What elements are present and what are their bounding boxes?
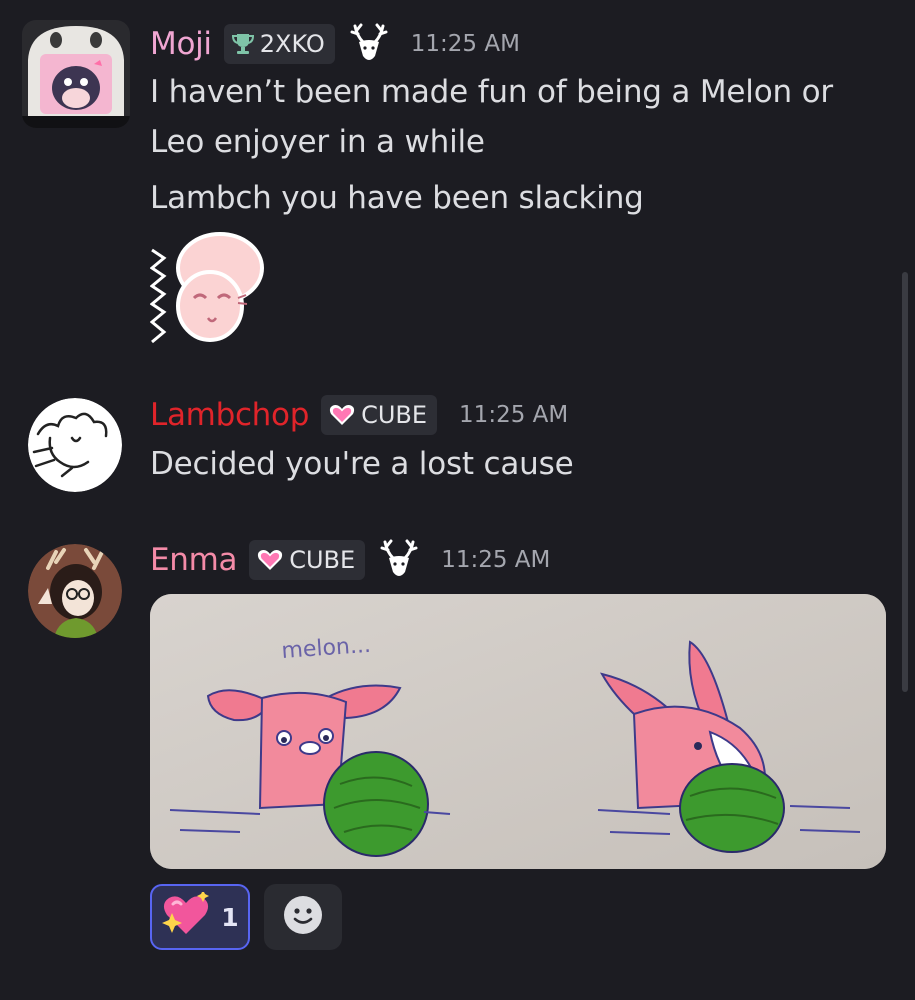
- server-tag-cube[interactable]: CUBE: [249, 540, 366, 580]
- deer-icon[interactable]: [349, 22, 389, 66]
- message-header-enma: Enma CUBE 11:25 AM: [150, 538, 550, 582]
- username-enma[interactable]: Enma: [150, 542, 238, 578]
- timestamp[interactable]: 11:25 AM: [459, 402, 568, 428]
- reaction-count: 1: [221, 902, 239, 932]
- sparkling-heart-icon: [161, 890, 211, 942]
- add-reaction-button[interactable]: [264, 884, 342, 950]
- pink-creature-sticker[interactable]: [149, 228, 266, 348]
- smiley-icon: [283, 895, 323, 939]
- trophy-icon: [231, 32, 254, 56]
- image-attachment[interactable]: melon...: [150, 594, 886, 869]
- server-tag-cube[interactable]: CUBE: [321, 395, 438, 435]
- chat-view: Moji 2XKO 11:25 AM I haven’t been made f…: [0, 0, 915, 1000]
- message-header-moji: Moji 2XKO 11:25 AM: [150, 22, 520, 66]
- scrollbar[interactable]: [902, 272, 908, 692]
- timestamp[interactable]: 11:25 AM: [441, 547, 550, 573]
- pink-heart-icon: [257, 549, 283, 571]
- message-text: Leo enjoyer in a while: [150, 124, 485, 160]
- timestamp[interactable]: 11:25 AM: [411, 31, 520, 57]
- username-lambchop[interactable]: Lambchop: [150, 397, 309, 433]
- username-moji[interactable]: Moji: [150, 26, 212, 62]
- reaction-sparkling-heart[interactable]: 1: [150, 884, 250, 950]
- avatar-lambchop[interactable]: [28, 398, 122, 492]
- tag-label: 2XKO: [259, 30, 325, 58]
- avatar-moji[interactable]: [22, 20, 130, 128]
- message-text: I haven’t been made fun of being a Melon…: [150, 74, 833, 110]
- avatar-enma[interactable]: [28, 544, 122, 638]
- message-text: Lambch you have been slacking: [150, 180, 644, 216]
- message-header-lambchop: Lambchop CUBE 11:25 AM: [150, 393, 568, 437]
- deer-icon[interactable]: [379, 538, 419, 582]
- tag-label: CUBE: [289, 546, 356, 574]
- message-text: Decided you're a lost cause: [150, 446, 574, 482]
- tag-label: CUBE: [361, 401, 428, 429]
- pink-heart-icon: [329, 404, 355, 426]
- server-tag-2xko[interactable]: 2XKO: [223, 24, 335, 64]
